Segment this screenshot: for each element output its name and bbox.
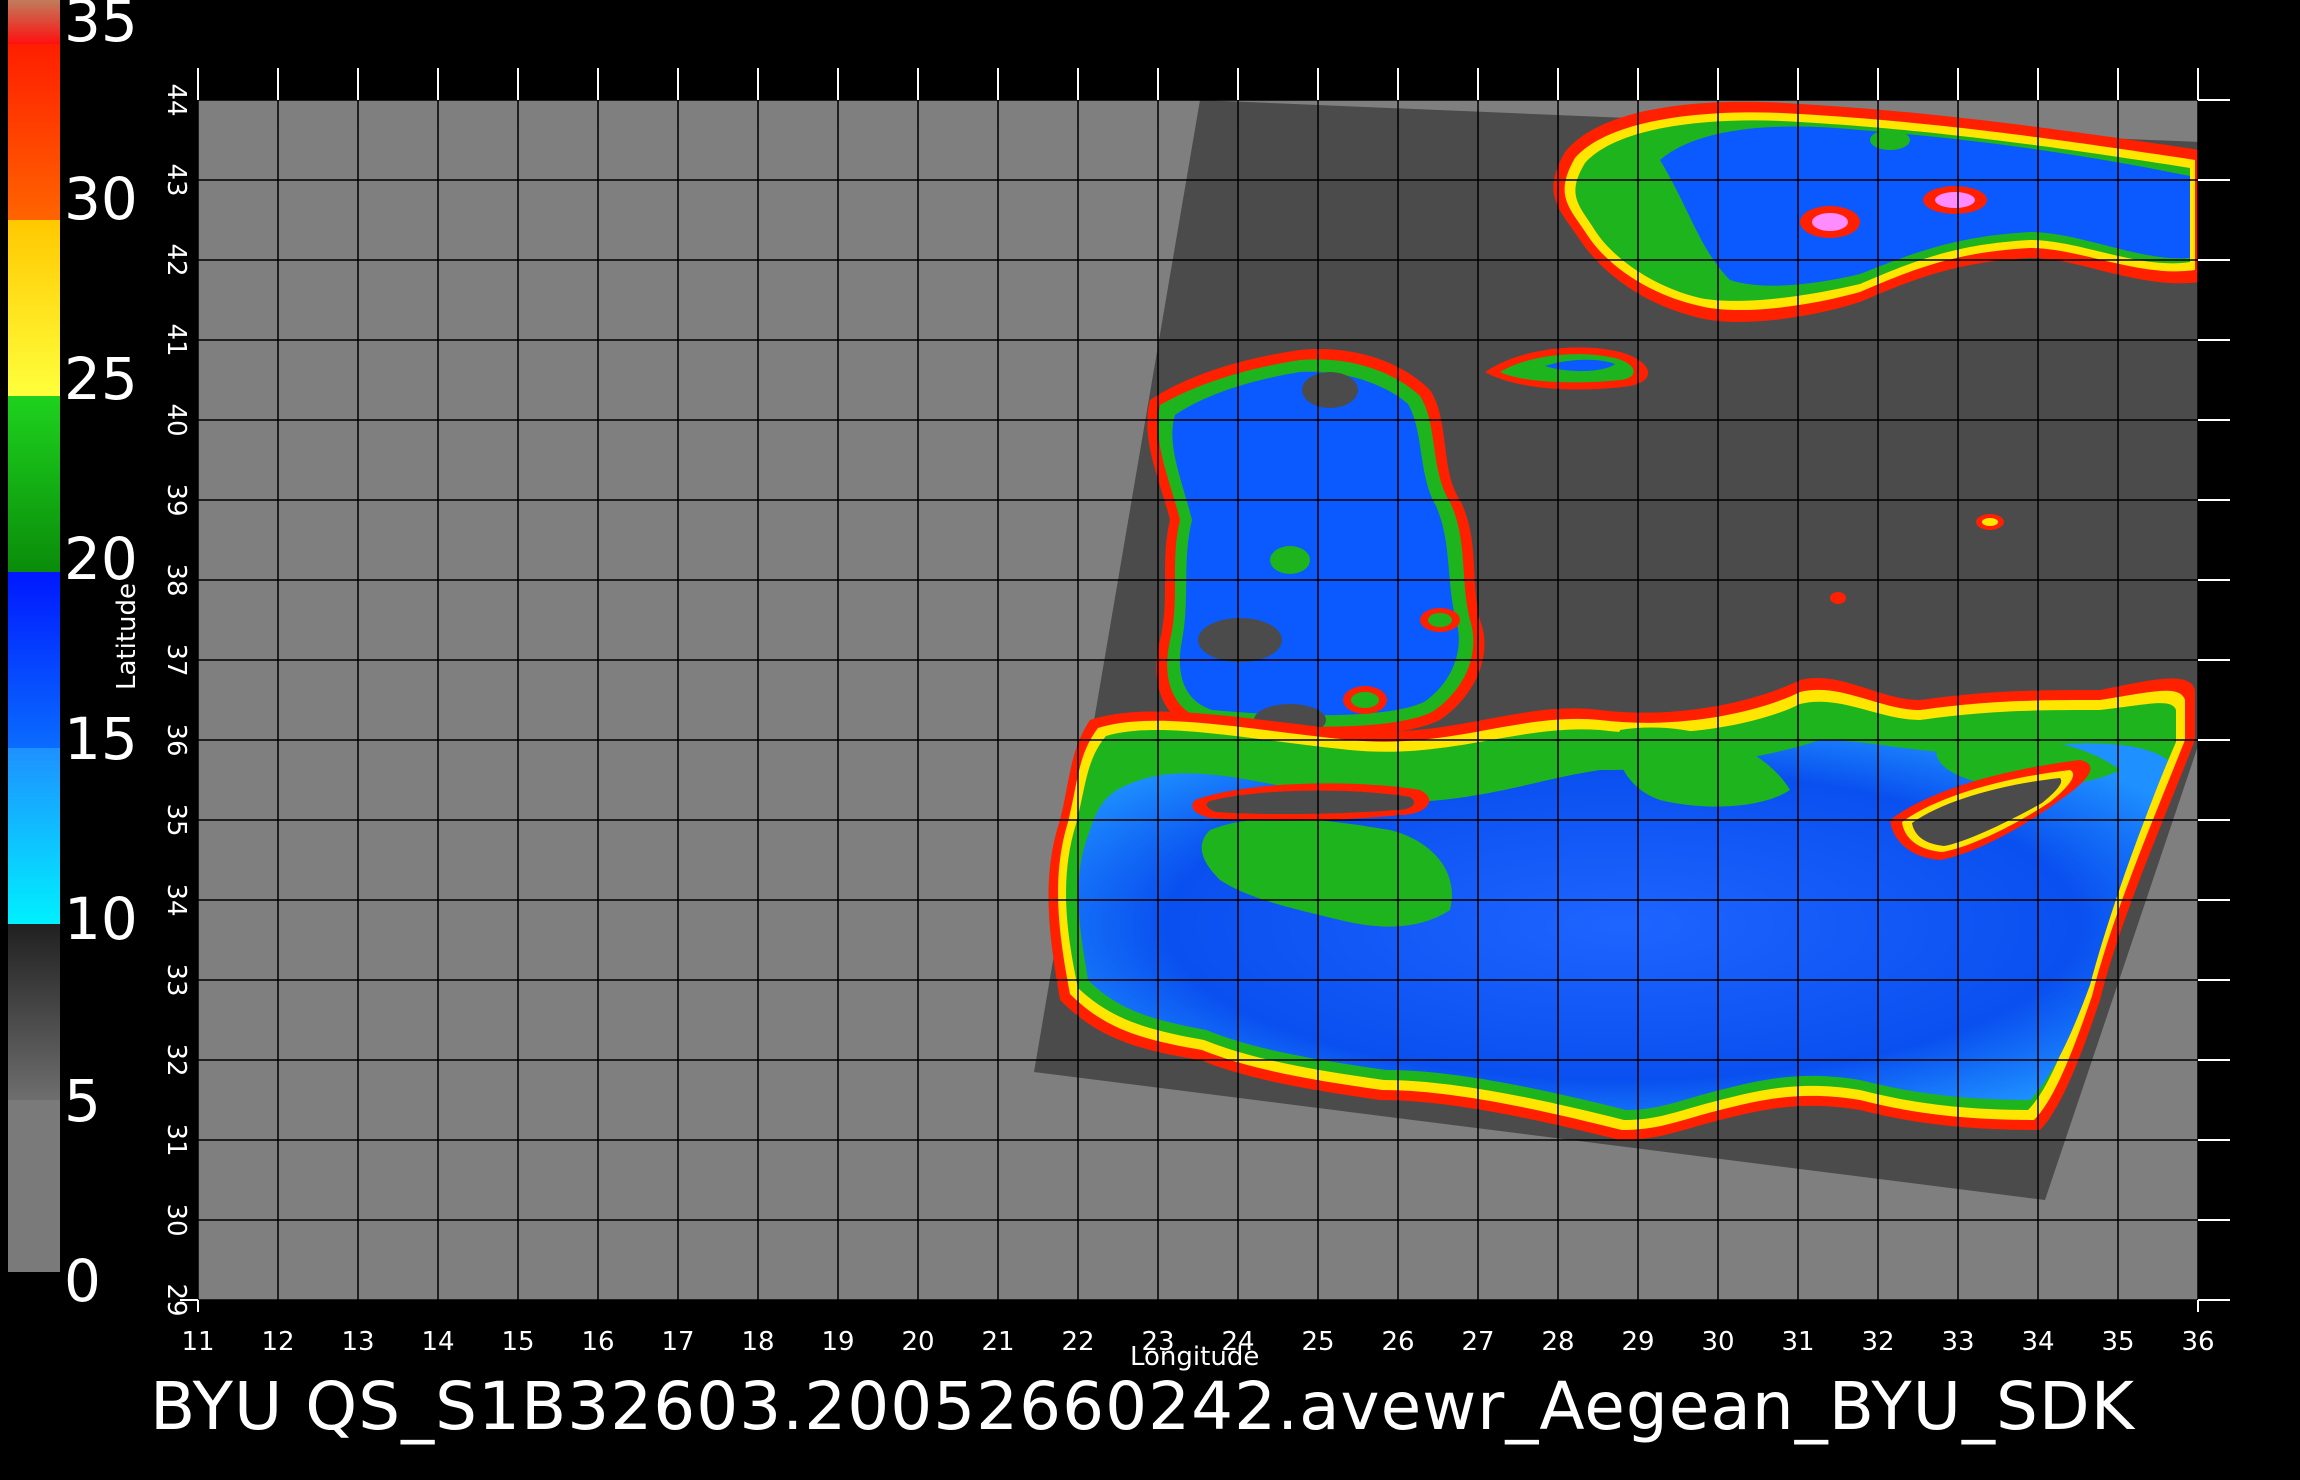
x-tick-label: 33 [1941, 1327, 1974, 1357]
y-tick-label: 29 [161, 1283, 191, 1316]
x-tick-label: 35 [2101, 1327, 2134, 1357]
y-tick-label: 44 [161, 83, 191, 116]
x-tick-label: 11 [181, 1327, 214, 1357]
x-tick-label: 13 [341, 1327, 374, 1357]
x-tick-label: 34 [2021, 1327, 2054, 1357]
x-tick-label: 14 [421, 1327, 454, 1357]
x-tick-label: 22 [1061, 1327, 1094, 1357]
y-tick-label: 41 [161, 323, 191, 356]
y-tick-label: 38 [161, 563, 191, 596]
x-tick-label: 27 [1461, 1327, 1494, 1357]
y-tick-label: 35 [161, 803, 191, 836]
y-tick-label: 34 [161, 883, 191, 916]
x-tick-label: 28 [1541, 1327, 1574, 1357]
y-tick-label: 31 [161, 1123, 191, 1156]
x-tick-label: 36 [2181, 1327, 2214, 1357]
y-tick-label: 40 [161, 403, 191, 436]
x-tick-label: 25 [1301, 1327, 1334, 1357]
x-tick-label: 32 [1861, 1327, 1894, 1357]
x-tick-label: 29 [1621, 1327, 1654, 1357]
x-tick-label: 26 [1381, 1327, 1414, 1357]
x-tick-label: 19 [821, 1327, 854, 1357]
y-tick-label: 43 [161, 163, 191, 196]
y-tick-label: 42 [161, 243, 191, 276]
x-tick-label: 18 [741, 1327, 774, 1357]
y-axis-title: Latitude [112, 582, 142, 690]
aegean-region [1147, 349, 1485, 737]
x-tick-label: 21 [981, 1327, 1014, 1357]
x-tick-label: 31 [1781, 1327, 1814, 1357]
y-tick-label: 30 [161, 1203, 191, 1236]
image-caption: BYU QS_S1B32603.20052660242.avewr_Aegean… [150, 1368, 2135, 1445]
x-tick-label: 16 [581, 1327, 614, 1357]
x-tick-label: 15 [501, 1327, 534, 1357]
y-tick-label: 36 [161, 723, 191, 756]
y-tick-label: 33 [161, 963, 191, 996]
y-tick-label: 32 [161, 1043, 191, 1076]
y-tick-label: 37 [161, 643, 191, 676]
x-tick-label: 17 [661, 1327, 694, 1357]
wind-map: 11 12 13 14 15 16 17 18 19 20 21 22 23 2… [161, 68, 2230, 1357]
x-tick-label: 20 [901, 1327, 934, 1357]
x-tick-label: 30 [1701, 1327, 1734, 1357]
y-axis-labels: 29 30 31 32 33 34 35 36 37 38 39 40 41 4… [161, 83, 191, 1316]
x-tick-label: 12 [261, 1327, 294, 1357]
y-tick-label: 39 [161, 483, 191, 516]
